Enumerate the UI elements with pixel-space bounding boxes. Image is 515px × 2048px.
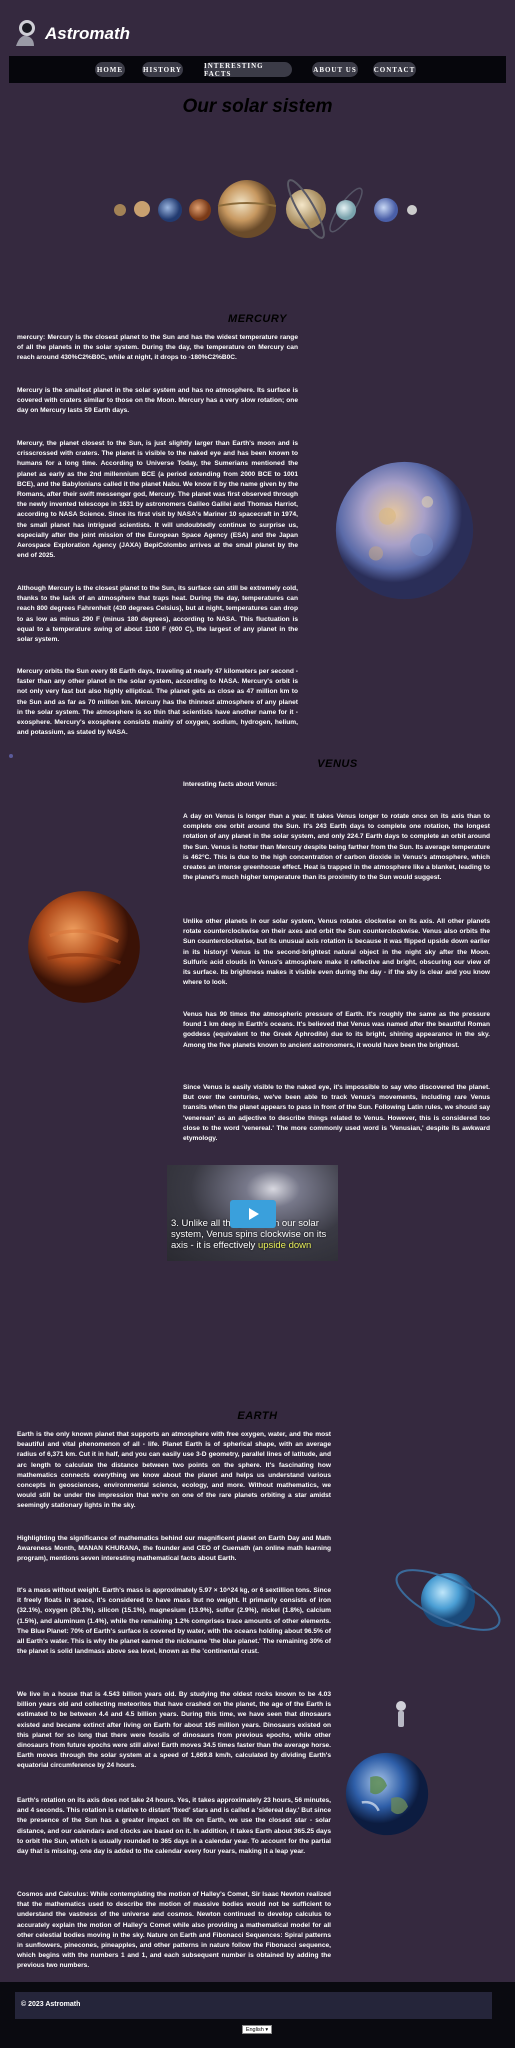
brand-name[interactable]: Astromath: [45, 24, 130, 44]
earth-paragraph-3: It's a mass without weight. Earth's mass…: [17, 1587, 331, 1656]
mercury-title: MERCURY: [228, 313, 287, 325]
mercury-paragraph-2: Mercury is the smallest planet in the so…: [17, 387, 298, 415]
mercury-paragraph-3: Mercury, the planet closest to the Sun, …: [17, 440, 298, 560]
language-select[interactable]: English ▾: [242, 2025, 272, 2034]
page-title: Our solar sistem: [182, 96, 333, 117]
earth-paragraph-2: Highlighting the significance of mathema…: [17, 1535, 331, 1563]
earth-planet-image: [345, 1752, 429, 1836]
venus-paragraph-3: Venus has 90 times the atmospheric press…: [183, 1011, 490, 1049]
astronaut-logo-icon[interactable]: [12, 18, 38, 48]
mercury-paragraph-5: Mercury orbits the Sun every 88 Earth da…: [17, 668, 298, 737]
mercury-planet-image: [335, 461, 474, 600]
venus-paragraph-2: Unlike other planets in our solar system…: [183, 918, 490, 987]
venus-title: VENUS: [317, 758, 358, 770]
footer-inner-panel: [15, 1992, 492, 2019]
venus-intro: Interesting facts about Venus:: [183, 781, 278, 788]
decorative-dot: [9, 754, 13, 758]
nav-contact[interactable]: CONTACT: [373, 62, 416, 77]
main-navbar: HOME HISTORY INTERESTING FACTS ABOUT US …: [9, 56, 506, 83]
earth-paragraph-6: Cosmos and Calculus: While contemplating…: [17, 1891, 331, 1970]
earth-paragraph-1: Earth is the only known planet that supp…: [17, 1431, 331, 1510]
earth-paragraph-5: Earth's rotation on its axis does not ta…: [17, 1797, 331, 1856]
astronaut-icon: [396, 1701, 406, 1727]
mercury-paragraph-4: Although Mercury is the closest planet t…: [17, 585, 298, 644]
venus-video-player[interactable]: 3. Unlike all the planets in our solar s…: [167, 1165, 338, 1261]
solar-system-planets-image: [114, 179, 417, 239]
venus-paragraph-1: A day on Venus is longer than a year. It…: [183, 813, 490, 882]
copyright-text: © 2023 Astromath: [21, 2001, 81, 2008]
nav-about-us[interactable]: ABOUT US: [312, 62, 358, 77]
nav-history[interactable]: HISTORY: [142, 62, 183, 77]
play-icon: [249, 1208, 259, 1220]
venus-paragraph-4: Since Venus is easily visible to the nak…: [183, 1084, 490, 1143]
earth-title: EARTH: [237, 1410, 278, 1422]
uranus-planet-image: [395, 1569, 501, 1631]
nav-home[interactable]: HOME: [95, 62, 125, 77]
earth-paragraph-4: We live in a house that is 4.543 billion…: [17, 1691, 331, 1770]
mercury-paragraph-1: mercury: Mercury is the closest planet t…: [17, 334, 298, 362]
nav-interesting-facts[interactable]: INTERESTING FACTS: [204, 62, 292, 78]
video-play-button[interactable]: [230, 1200, 276, 1228]
site-header: Astromath: [0, 0, 515, 56]
venus-planet-image: [28, 891, 140, 1003]
